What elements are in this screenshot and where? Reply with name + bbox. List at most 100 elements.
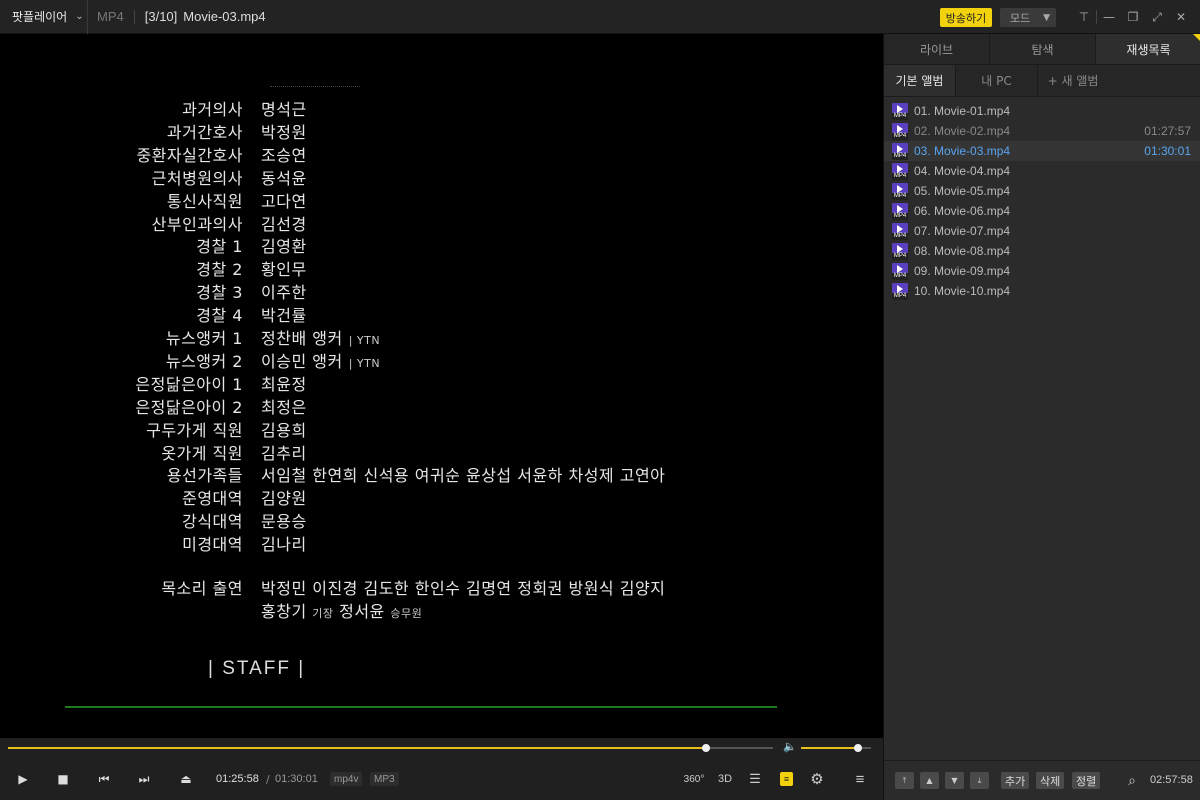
audio-codec-badge[interactable]: MP3 bbox=[370, 772, 399, 786]
credit-row: 미경대역 김나리 bbox=[0, 531, 883, 554]
credit-row: 은정닮은아이 2 최정은 bbox=[0, 394, 883, 417]
tab-my-pc[interactable]: 내 PC bbox=[956, 65, 1038, 96]
divider bbox=[133, 9, 135, 24]
previous-icon[interactable]: ⏮ bbox=[94, 770, 114, 788]
playlist-item[interactable]: MP4 03. Movie-03.mp4 01:30:01 bbox=[884, 141, 1200, 161]
credit-note: 기장 bbox=[312, 607, 334, 620]
playlist-item[interactable]: MP4 09. Movie-09.mp4 bbox=[884, 261, 1200, 281]
file-type-badge: MP4 bbox=[892, 233, 908, 240]
playlist-search-icon[interactable]: ☰ bbox=[746, 770, 764, 788]
settings-gear-icon[interactable]: ⚙ bbox=[808, 770, 826, 788]
playlist-item[interactable]: MP4 07. Movie-07.mp4 bbox=[884, 221, 1200, 241]
vr-360-button[interactable]: 360° bbox=[684, 770, 705, 788]
playlist-item[interactable]: MP4 08. Movie-08.mp4 bbox=[884, 241, 1200, 261]
credit-name: 김나리 bbox=[261, 531, 307, 555]
broadcast-button[interactable]: 방송하기 bbox=[940, 8, 992, 27]
credit-role: 경찰 4 bbox=[196, 306, 243, 326]
next-icon[interactable]: ⏭ bbox=[134, 770, 154, 788]
tab-default-album[interactable]: 기본 앨범 bbox=[884, 65, 956, 96]
file-type-badge: MP4 bbox=[892, 253, 908, 260]
credit-role: 산부인과의사 bbox=[151, 214, 243, 234]
add-button[interactable]: 추가 bbox=[1001, 772, 1030, 789]
app-name: 팟플레이어 bbox=[12, 10, 68, 24]
tab-panel-0[interactable]: 라이브 bbox=[884, 34, 990, 64]
credit-row: 근처병원의사 동석윤 bbox=[0, 165, 883, 188]
volume-handle[interactable] bbox=[854, 744, 863, 752]
credit-row: 과거의사 명석근 bbox=[0, 96, 883, 119]
play-icon[interactable]: ▶ bbox=[13, 770, 33, 788]
move-bottom-icon[interactable]: ⤓ bbox=[970, 772, 989, 789]
credit-row: 산부인과의사 김선경 bbox=[0, 211, 883, 234]
credit-name: 이승민 앵커 | YTN bbox=[261, 348, 380, 372]
playlist-item[interactable]: MP4 05. Movie-05.mp4 bbox=[884, 181, 1200, 201]
minimize-icon[interactable]: — bbox=[1097, 7, 1121, 27]
seek-bar[interactable] bbox=[8, 744, 773, 752]
playlist-item[interactable]: MP4 04. Movie-04.mp4 bbox=[884, 161, 1200, 181]
panel-tabs: 라이브 탐색 재생목록 bbox=[884, 34, 1200, 65]
restore-icon[interactable]: ❐ bbox=[1121, 7, 1145, 27]
credit-name-text: 박건률 bbox=[261, 306, 307, 326]
playlist-item-name: 02. Movie-02.mp4 bbox=[914, 124, 1011, 138]
app-menu-button[interactable]: 팟플레이어 ⌄ bbox=[0, 0, 88, 34]
file-type-badge: MP4 bbox=[892, 193, 908, 200]
playlist-total-duration: 02:57:58 bbox=[1150, 774, 1193, 786]
credit-row: 용선가족들 서임철 한연희 신석용 여귀순 윤상섭 서윤하 차성제 고연아 bbox=[0, 462, 883, 485]
title-bar: 팟플레이어 ⌄ MP4 [3/10] Movie-03.mp4 방송하기 모드 … bbox=[0, 0, 1200, 34]
eject-icon[interactable]: ⏏ bbox=[176, 770, 196, 788]
credit-role: 과거의사 bbox=[182, 100, 243, 119]
credit-fragment bbox=[270, 86, 360, 90]
menu-icon[interactable]: ≡ bbox=[851, 770, 869, 788]
search-icon[interactable]: ⌕ bbox=[1122, 771, 1142, 791]
credit-role: 구두가게 직원 bbox=[146, 420, 243, 440]
video-viewport[interactable]: 과거의사 명석근 과거간호사 박정원 중환자실간호사 조승연 근처병원의사 동석윤 통신사직원 고… bbox=[0, 34, 883, 738]
playlist-item[interactable]: MP4 06. Movie-06.mp4 bbox=[884, 201, 1200, 221]
playlist-item-name: 05. Movie-05.mp4 bbox=[914, 184, 1011, 198]
tab-new-album[interactable]: + 새 앨범 bbox=[1038, 65, 1108, 96]
pin-icon[interactable]: ⊤ bbox=[1072, 7, 1096, 27]
delete-button[interactable]: 삭제 bbox=[1036, 772, 1065, 789]
control-bar: ▶ ■ ⏮ ⏭ ⏏ 01:25:58 / 01:30:01 mp4v MP3 3… bbox=[0, 758, 883, 800]
move-top-icon[interactable]: ⤒ bbox=[895, 772, 914, 789]
playlist-item[interactable]: MP4 01. Movie-01.mp4 bbox=[884, 101, 1200, 121]
credit-name: 황인무 bbox=[261, 256, 307, 280]
credit-row: 옷가게 직원 김추리 bbox=[0, 440, 883, 463]
video-codec-badge[interactable]: mp4v bbox=[330, 772, 363, 786]
mode-label: 모드 bbox=[1010, 11, 1031, 25]
video-file-icon: MP4 bbox=[892, 283, 908, 300]
volume-icon[interactable]: 🔈 bbox=[783, 740, 797, 753]
tab-panel-1[interactable]: 탐색 bbox=[990, 34, 1096, 64]
credit-row: 구두가게 직원 김용희 bbox=[0, 417, 883, 440]
credit-role: 준영대역 bbox=[182, 489, 243, 509]
credit-name-text: 고다연 bbox=[261, 191, 307, 211]
playlist-item[interactable]: MP4 02. Movie-02.mp4 01:27:57 bbox=[884, 121, 1200, 141]
playlist-item[interactable]: MP4 10. Movie-10.mp4 bbox=[884, 281, 1200, 301]
move-down-icon[interactable]: ▼ bbox=[945, 772, 964, 789]
sort-button[interactable]: 정렬 bbox=[1072, 772, 1101, 789]
3d-button[interactable]: 3D bbox=[716, 770, 734, 788]
file-type-badge: MP4 bbox=[892, 153, 908, 160]
mode-dropdown[interactable]: 모드 ▼ bbox=[1000, 8, 1056, 27]
credit-row: 경찰 4 박건률 bbox=[0, 302, 883, 325]
video-file-icon: MP4 bbox=[892, 103, 908, 120]
seek-handle[interactable] bbox=[702, 744, 711, 752]
credit-role: 옷가게 직원 bbox=[161, 443, 243, 463]
video-file-icon: MP4 bbox=[892, 143, 908, 160]
close-icon[interactable]: ✕ bbox=[1169, 7, 1193, 27]
subtitle-icon[interactable]: ≡ bbox=[780, 772, 793, 786]
stop-icon[interactable]: ■ bbox=[53, 770, 73, 788]
fullscreen-icon[interactable]: ⤢ bbox=[1145, 7, 1169, 27]
move-up-icon[interactable]: ▲ bbox=[920, 772, 939, 789]
volume-slider[interactable] bbox=[801, 744, 871, 752]
credit-name: 김선경 bbox=[261, 211, 307, 235]
credit-row: 뉴스앵커 2 이승민 앵커 | YTN bbox=[0, 348, 883, 371]
video-file-icon: MP4 bbox=[892, 223, 908, 240]
playlist-index: [3/10] bbox=[144, 9, 178, 24]
credit-name-text: 황인무 bbox=[261, 260, 307, 280]
credit-role: 경찰 2 bbox=[196, 260, 243, 280]
tab-panel-2[interactable]: 재생목록 bbox=[1096, 34, 1200, 64]
file-format: MP4 bbox=[97, 9, 124, 24]
credit-row-voice: 목소리 출연 박정민 이진경 김도한 한인수 김명연 정회권 방원식 김양지 bbox=[0, 575, 883, 598]
credit-role: 용선가족들 bbox=[166, 466, 243, 486]
credit-row: 중환자실간호사 조승연 bbox=[0, 142, 883, 165]
playlist-item-name: 07. Movie-07.mp4 bbox=[914, 224, 1011, 238]
